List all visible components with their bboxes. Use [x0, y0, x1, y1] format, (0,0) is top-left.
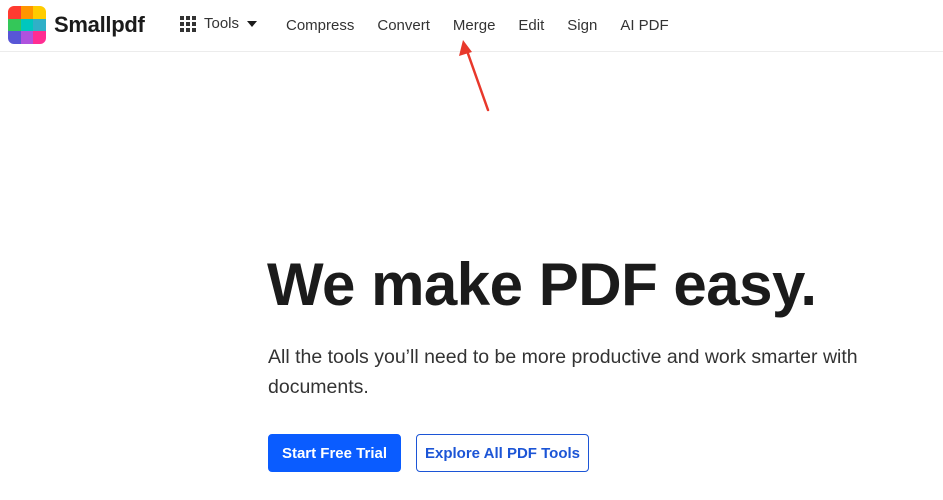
brand-name: Smallpdf [54, 12, 145, 37]
hero-subtitle: All the tools you’ll need to be more pro… [268, 346, 858, 398]
tools-menu-button[interactable]: Tools [180, 15, 258, 32]
nav-ai-pdf[interactable]: AI PDF [620, 17, 668, 34]
nav-convert[interactable]: Convert [377, 17, 430, 34]
hero-title: We make PDF easy. [267, 251, 817, 318]
start-free-trial-button[interactable]: Start Free Trial [268, 434, 401, 472]
nav-edit[interactable]: Edit [518, 17, 544, 34]
caret-down-icon [247, 20, 258, 27]
explore-all-pdf-tools-button[interactable]: Explore All PDF Tools [416, 434, 589, 472]
main-nav: Compress Convert Merge Edit Sign AI PDF [286, 17, 692, 34]
smallpdf-logo[interactable]: Smallpdf [8, 6, 145, 44]
nav-compress[interactable]: Compress [286, 17, 354, 34]
tools-label: Tools [204, 15, 240, 32]
nav-merge[interactable]: Merge [453, 17, 496, 34]
annotation-arrow-icon [459, 40, 490, 112]
smallpdf-logo-icon [8, 6, 46, 44]
nav-sign[interactable]: Sign [567, 17, 597, 34]
grid-icon [180, 15, 196, 32]
